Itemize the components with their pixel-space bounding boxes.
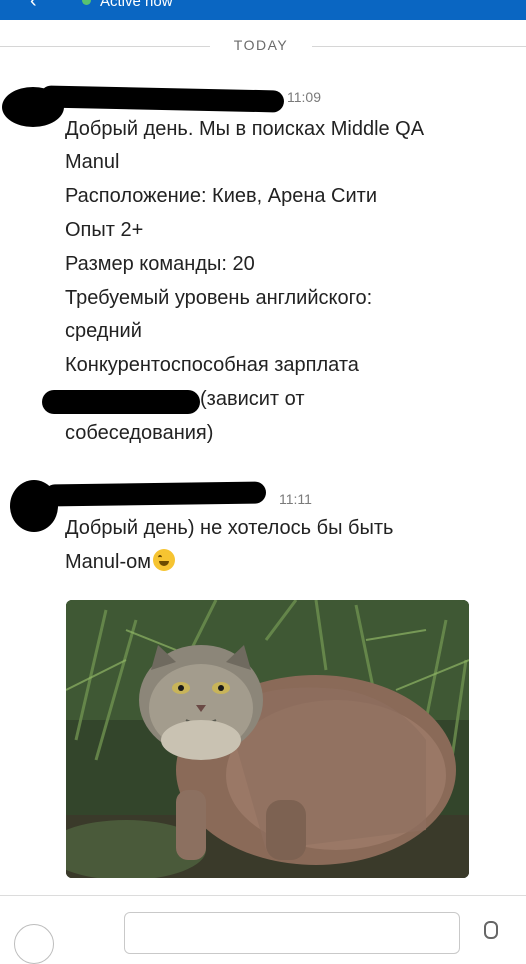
message-composer [0, 895, 526, 964]
day-divider-left [0, 46, 210, 47]
message-line: Конкурентоспособная зарплата [65, 354, 359, 376]
message-line: средний [65, 320, 142, 342]
back-arrow-icon[interactable]: ‹ [30, 0, 37, 13]
message-line: Добрый день) не хотелось бы быть [65, 517, 394, 539]
message-line: Размер команды: 20 [65, 253, 255, 275]
message-input[interactable] [124, 912, 460, 954]
message-line-with-emoji: Manul-ом [65, 546, 176, 579]
message-line: Добрый день. Мы в поисках Middle QA [65, 118, 425, 140]
rolling-on-floor-laughing-emoji-icon [153, 549, 176, 571]
presence-status: Active now [100, 0, 173, 10]
message-line: Manul [65, 151, 120, 173]
reply-name-redacted [43, 481, 267, 507]
message-timestamp: 11:09 [287, 89, 321, 105]
message-line: (зависит от [200, 388, 305, 410]
message-line: собеседования) [65, 422, 214, 444]
plus-circle-icon[interactable] [14, 924, 54, 964]
day-divider-right [312, 46, 526, 47]
salary-redacted [42, 390, 200, 414]
message-line: Требуемый уровень английского: [65, 287, 373, 309]
sender-name-redacted [39, 85, 285, 113]
pallas-cat-photo[interactable] [66, 600, 469, 878]
message-text: Manul-ом [65, 551, 152, 573]
presence-dot-icon [82, 0, 91, 5]
message-timestamp: 11:11 [279, 491, 312, 507]
microphone-icon[interactable] [484, 921, 498, 939]
day-separator-label: TODAY [233, 37, 289, 53]
message-line: Расположение: Киев, Арена Сити [65, 185, 378, 207]
conversation-header: ‹ Active now [0, 0, 526, 20]
message-line: Опыт 2+ [65, 219, 144, 241]
